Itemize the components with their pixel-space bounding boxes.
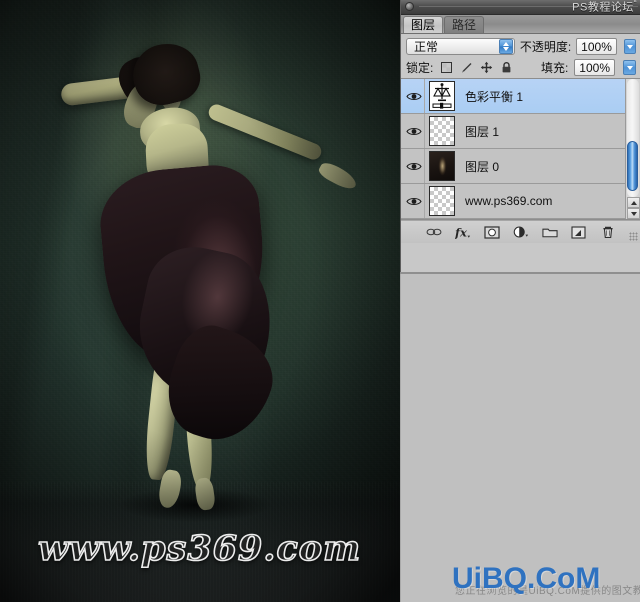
tab-paths[interactable]: 路径 [444, 16, 485, 33]
layer-style-button[interactable]: fx [455, 224, 471, 240]
eye-icon [405, 92, 422, 100]
right-background [400, 274, 640, 602]
new-adjustment-layer-button[interactable] [513, 224, 529, 240]
layer-thumbnail-transparent[interactable] [429, 186, 455, 216]
triangle-down-icon [630, 211, 637, 216]
panel-watermark: PS教程论坛“ BBS.16XX8.COM [554, 0, 637, 14]
layer-name[interactable]: 图层 1 [465, 123, 499, 140]
fill-dropdown-button[interactable] [623, 60, 636, 75]
table-row[interactable]: 色彩平衡 1 [401, 79, 640, 114]
screenshot-root: www.ps369.com PS教程论坛“ BBS.16XX8.COM 图层 路… [0, 0, 640, 602]
layer-thumbnail-photo[interactable] [429, 151, 455, 181]
blend-mode-select[interactable]: 正常 [406, 38, 515, 55]
delete-layer-button[interactable] [600, 224, 616, 240]
layer-visibility-toggle[interactable] [403, 184, 425, 218]
layer-name[interactable]: www.ps369.com [465, 194, 552, 208]
layer-name[interactable]: 图层 0 [465, 158, 499, 175]
fx-icon: fx [455, 225, 470, 239]
chevron-down-icon [502, 47, 509, 51]
panel-titlebar-line [419, 6, 638, 7]
panel-titlebar[interactable]: PS教程论坛“ BBS.16XX8.COM [401, 0, 640, 15]
layer-mask-button[interactable] [483, 224, 500, 240]
layer-visibility-toggle[interactable] [403, 79, 425, 113]
chevron-updown-icon[interactable] [498, 39, 513, 54]
new-layer-button[interactable] [571, 224, 587, 240]
layers-scrollbar[interactable] [625, 79, 640, 219]
layer-thumbnail-transparent[interactable] [429, 116, 455, 146]
table-row[interactable]: 图层 0 [401, 149, 640, 184]
trash-icon [602, 226, 613, 238]
layers-list[interactable]: 色彩平衡 1 图层 1 图层 0 www.ps369.com [401, 78, 640, 220]
opacity-input[interactable]: 100% [576, 38, 617, 55]
eye-icon [405, 197, 422, 205]
fill-label: 填充: [540, 61, 569, 75]
lock-transparency-icon[interactable] [439, 61, 453, 75]
new-layer-icon [571, 225, 586, 239]
lock-image-brush-icon[interactable] [459, 61, 473, 75]
photo-canvas[interactable]: www.ps369.com [0, 0, 400, 602]
layers-panel-footer: fx [401, 220, 640, 243]
lock-row: 锁定: 填充: 100% [401, 57, 640, 78]
bottom-watermark: UiBQ.CoM [452, 562, 601, 595]
panel-watermark-line1: PS教程论坛“ [572, 0, 637, 14]
svg-text:fx: fx [455, 225, 467, 239]
layer-name[interactable]: 色彩平衡 1 [465, 88, 523, 105]
lock-position-move-icon[interactable] [479, 61, 493, 75]
half-circle-icon [513, 226, 528, 238]
opacity-value: 100% [581, 39, 612, 54]
chevron-down-icon [626, 65, 633, 70]
panel-close-dot-icon[interactable] [405, 2, 414, 11]
color-balance-icon [432, 83, 452, 109]
mask-icon [483, 225, 500, 239]
photo-watermark: www.ps369.com [37, 527, 362, 570]
scrollbar-thumb[interactable] [627, 141, 638, 191]
folder-icon [541, 228, 558, 238]
table-row[interactable]: www.ps369.com [401, 184, 640, 219]
layer-visibility-toggle[interactable] [403, 149, 425, 183]
chevron-up-icon [502, 42, 509, 46]
layers-panel[interactable]: PS教程论坛“ BBS.16XX8.COM 图层 路径 正常 不透明度: 100… [400, 0, 640, 272]
table-row[interactable]: 图层 1 [401, 114, 640, 149]
new-group-button[interactable] [541, 224, 558, 240]
panel-tabs: 图层 路径 [401, 15, 640, 34]
panel-resize-grip[interactable] [629, 232, 638, 241]
blend-mode-value: 正常 [414, 40, 439, 54]
lock-all-padlock-icon[interactable] [499, 61, 513, 75]
eye-icon [405, 162, 422, 170]
blend-mode-row: 正常 不透明度: 100% [401, 34, 640, 57]
link-icon [426, 228, 441, 236]
right-edge-divider [400, 274, 401, 602]
chevron-down-icon [626, 44, 633, 49]
fill-input[interactable]: 100% [574, 59, 615, 76]
layer-visibility-toggle[interactable] [403, 114, 425, 148]
scroll-down-button[interactable] [627, 208, 640, 219]
tab-layers[interactable]: 图层 [403, 16, 444, 33]
link-layers-button[interactable] [426, 224, 442, 240]
eye-icon [405, 127, 422, 135]
lock-label: 锁定: [406, 61, 434, 75]
opacity-dropdown-button[interactable] [623, 39, 636, 54]
opacity-label: 不透明度: [519, 40, 572, 54]
scroll-up-button[interactable] [627, 197, 640, 208]
fill-value: 100% [579, 60, 610, 75]
photo-vignette [0, 0, 400, 602]
layer-thumbnail-color-balance[interactable] [429, 81, 455, 111]
triangle-up-icon [630, 200, 637, 205]
